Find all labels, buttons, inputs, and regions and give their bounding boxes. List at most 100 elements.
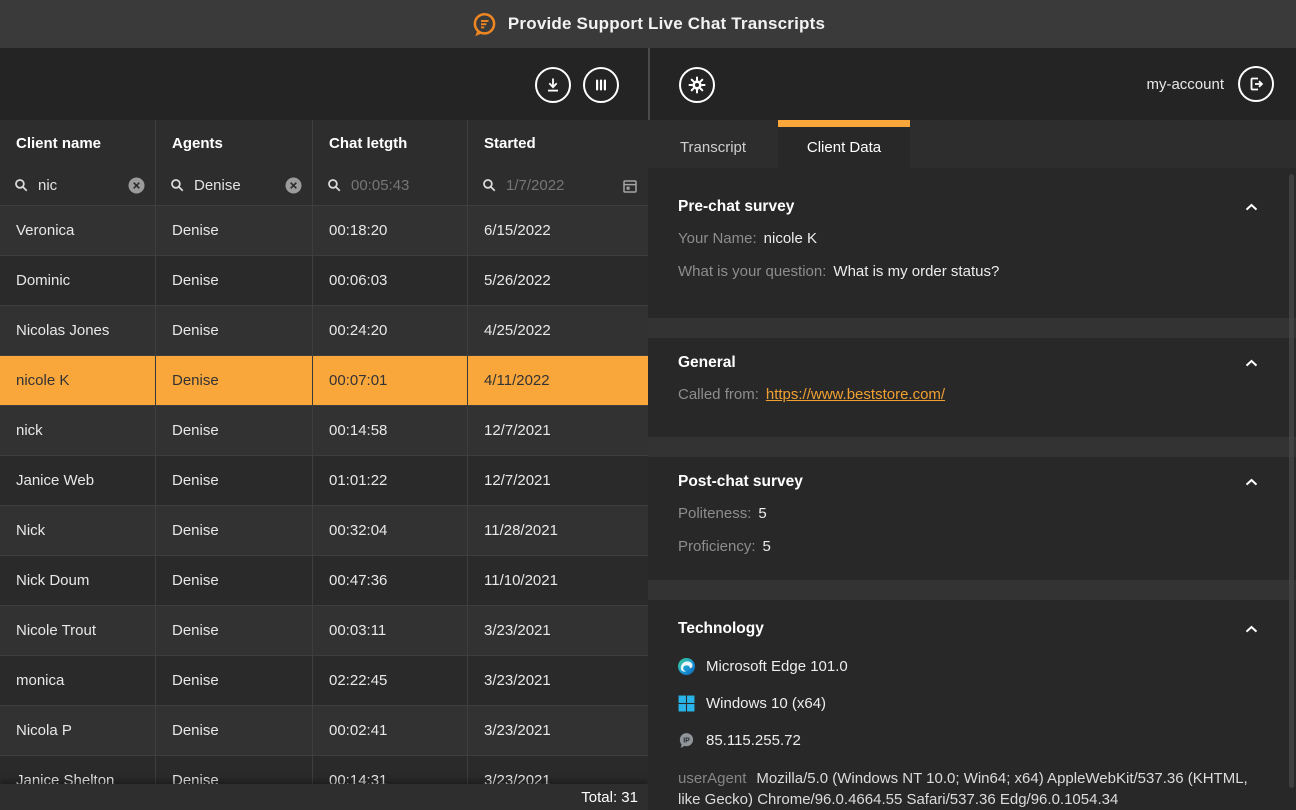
search-icon (482, 178, 497, 193)
cell-chat-length: 00:14:58 (312, 406, 467, 455)
cell-agent: Denise (155, 706, 312, 755)
chevron-up-icon[interactable] (1243, 623, 1260, 636)
detail-tabbar: Transcript Client Data (648, 120, 1296, 168)
cell-started: 12/7/2021 (467, 406, 648, 455)
browser-value: Microsoft Edge 101.0 (706, 658, 848, 675)
table-row[interactable]: Janice WebDenise01:01:2212/7/2021 (0, 455, 648, 505)
cell-client: nick (0, 406, 155, 455)
field-value: 5 (751, 505, 766, 522)
cell-agent: Denise (155, 506, 312, 555)
user-agent-row: userAgentMozilla/5.0 (Windows NT 10.0; W… (678, 768, 1248, 810)
section-title: Pre-chat survey (678, 198, 794, 216)
called-from-link[interactable]: https://www.beststore.com/ (759, 386, 945, 403)
edge-browser-icon (678, 658, 695, 675)
logout-button[interactable] (1238, 66, 1274, 102)
download-button[interactable] (535, 67, 571, 103)
section-post-chat-survey: Post-chat survey Politeness:5 Proficienc… (648, 457, 1296, 580)
tab-client-data[interactable]: Client Data (778, 120, 910, 168)
table-row[interactable]: nickDenise00:14:5812/7/2021 (0, 405, 648, 455)
column-header-agents[interactable]: Agents (155, 120, 312, 166)
app-title: Provide Support Live Chat Transcripts (508, 14, 825, 34)
field-label: What is your question: (678, 263, 826, 280)
field-label: Called from: (678, 386, 759, 403)
cell-client: Nicole Trout (0, 606, 155, 655)
clear-filter-icon[interactable] (128, 177, 145, 194)
field-label: Politeness: (678, 505, 751, 522)
cell-client: Nick Doum (0, 556, 155, 605)
cell-agent: Denise (155, 206, 312, 255)
cell-chat-length: 00:47:36 (312, 556, 467, 605)
cell-chat-length: 00:07:01 (312, 356, 467, 405)
chevron-up-icon[interactable] (1243, 357, 1260, 370)
field-value: 5 (756, 538, 771, 555)
table-row[interactable]: NickDenise00:32:0411/28/2021 (0, 505, 648, 555)
cell-started: 3/23/2021 (467, 656, 648, 705)
cell-started: 3/23/2021 (467, 606, 648, 655)
cell-started: 4/11/2022 (467, 356, 648, 405)
tab-transcript[interactable]: Transcript (648, 120, 778, 168)
windows-os-icon (678, 695, 695, 712)
cell-agent: Denise (155, 406, 312, 455)
user-agent-value: Mozilla/5.0 (Windows NT 10.0; Win64; x64… (678, 770, 1248, 808)
table-row[interactable]: Nicola PDenise00:02:413/23/2021 (0, 705, 648, 755)
table-row[interactable]: monicaDenise02:22:453/23/2021 (0, 655, 648, 705)
cell-chat-length: 00:06:03 (312, 256, 467, 305)
cell-chat-length: 00:02:41 (312, 706, 467, 755)
chat-length-filter-input[interactable] (351, 177, 457, 194)
column-header-chat-length[interactable]: Chat letgth (312, 120, 467, 166)
cell-chat-length: 00:03:11 (312, 606, 467, 655)
client-name-filter-input[interactable] (38, 177, 119, 194)
cell-started: 5/26/2022 (467, 256, 648, 305)
table-row[interactable]: DominicDenise00:06:035/26/2022 (0, 255, 648, 305)
settings-button[interactable] (679, 67, 715, 103)
calendar-icon[interactable] (622, 178, 638, 194)
ip-pin-icon: IP (678, 732, 695, 749)
cell-started: 3/23/2021 (467, 706, 648, 755)
cell-client: Dominic (0, 256, 155, 305)
column-header-started[interactable]: Started (467, 120, 648, 166)
chevron-up-icon[interactable] (1243, 476, 1260, 489)
table-body: VeronicaDenise00:18:206/15/2022DominicDe… (0, 205, 648, 805)
search-icon (14, 178, 29, 193)
user-agent-label: userAgent (678, 770, 746, 787)
cell-client: Nicolas Jones (0, 306, 155, 355)
cell-started: 11/28/2021 (467, 506, 648, 555)
cell-client: Nicola P (0, 706, 155, 755)
table-row[interactable]: Nicolas JonesDenise00:24:204/25/2022 (0, 305, 648, 355)
columns-button[interactable] (583, 67, 619, 103)
cell-started: 12/7/2021 (467, 456, 648, 505)
cell-chat-length: 01:01:22 (312, 456, 467, 505)
field-value: What is my order status? (826, 263, 999, 280)
field-row: What is your question:What is my order s… (678, 262, 1260, 282)
client-detail-panel: Transcript Client Data Pre-chat survey Y… (648, 120, 1296, 810)
tech-item-browser: Microsoft Edge 101.0 (678, 658, 1260, 675)
started-filter-input[interactable] (506, 177, 613, 194)
cell-client: nicole K (0, 356, 155, 405)
cell-chat-length: 00:24:20 (312, 306, 467, 355)
table-filter-row (0, 166, 648, 205)
agents-filter-input[interactable] (194, 177, 276, 194)
toolbar: my-account (0, 48, 1296, 120)
cell-chat-length: 02:22:45 (312, 656, 467, 705)
svg-text:IP: IP (683, 738, 690, 745)
total-count: Total: 31 (581, 789, 638, 806)
table-row[interactable]: VeronicaDenise00:18:206/15/2022 (0, 205, 648, 255)
chat-bubble-logo-icon (471, 11, 498, 38)
clear-filter-icon[interactable] (285, 177, 302, 194)
account-name: my-account (1146, 76, 1224, 93)
toolbar-divider (648, 48, 650, 120)
cell-chat-length: 00:32:04 (312, 506, 467, 555)
vertical-scrollbar[interactable] (1289, 174, 1294, 788)
field-row: Proficiency:5 (678, 537, 1260, 557)
title-bar: Provide Support Live Chat Transcripts (0, 0, 1296, 48)
table-row[interactable]: nicole KDenise00:07:014/11/2022 (0, 355, 648, 405)
field-label: Proficiency: (678, 538, 756, 555)
table-row[interactable]: Nicole TroutDenise00:03:113/23/2021 (0, 605, 648, 655)
field-label: Your Name: (678, 230, 757, 247)
column-header-client-name[interactable]: Client name (0, 120, 155, 166)
cell-agent: Denise (155, 606, 312, 655)
table-row[interactable]: Nick DoumDenise00:47:3611/10/2021 (0, 555, 648, 605)
field-value: nicole K (757, 230, 817, 247)
field-row: Politeness:5 (678, 504, 1260, 524)
chevron-up-icon[interactable] (1243, 201, 1260, 214)
